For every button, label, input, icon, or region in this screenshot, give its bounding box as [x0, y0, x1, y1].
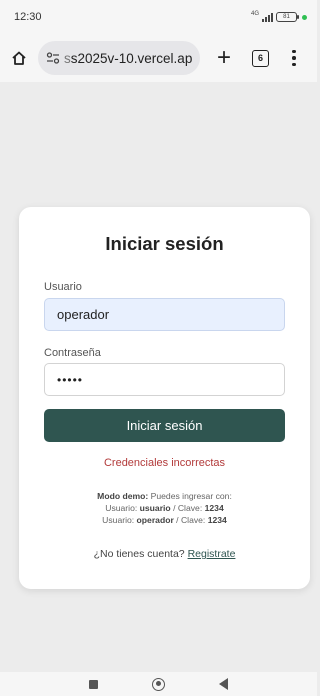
site-settings-icon[interactable] — [46, 52, 60, 64]
more-menu-icon[interactable] — [287, 49, 301, 67]
username-input[interactable]: operador — [44, 298, 285, 331]
username-label: Usuario — [44, 281, 82, 293]
network-type: 4G — [250, 11, 259, 17]
url-text: ss2025v-10.vercel.app — [64, 50, 192, 66]
battery-icon: 81 — [276, 12, 299, 22]
demo-info: Modo demo: Puedes ingresar con: Usuario:… — [97, 491, 232, 525]
home-nav-icon[interactable] — [152, 677, 165, 691]
privacy-indicator-icon — [302, 14, 307, 20]
address-bar[interactable]: ss2025v-10.vercel.app — [38, 41, 200, 75]
browser-toolbar: ss2025v-10.vercel.app + 6 — [0, 34, 317, 82]
password-input[interactable]: ••••• — [44, 363, 285, 396]
status-icons: 4G 81 — [250, 11, 307, 22]
tab-switcher-button[interactable]: 6 — [252, 49, 269, 67]
register-link[interactable]: Registrate — [188, 548, 236, 560]
battery-level: 81 — [283, 14, 290, 20]
register-prompt: ¿No tienes cuenta? Registrate — [93, 548, 236, 560]
status-time: 12:30 — [14, 11, 42, 23]
home-icon[interactable] — [10, 49, 28, 67]
back-icon[interactable] — [219, 678, 228, 690]
login-button[interactable]: Iniciar sesión — [44, 409, 285, 442]
page-title: Iniciar sesión — [105, 233, 224, 254]
status-bar: 12:30 4G 81 — [0, 0, 317, 34]
password-label: Contraseña — [44, 347, 101, 359]
signal-icon — [262, 12, 273, 22]
login-card: Iniciar sesión Usuario operador Contrase… — [19, 207, 310, 589]
error-message: Credenciales incorrectas — [103, 457, 226, 469]
recents-icon[interactable] — [89, 679, 98, 689]
system-nav-bar — [0, 672, 317, 696]
new-tab-button[interactable]: + — [214, 46, 234, 70]
